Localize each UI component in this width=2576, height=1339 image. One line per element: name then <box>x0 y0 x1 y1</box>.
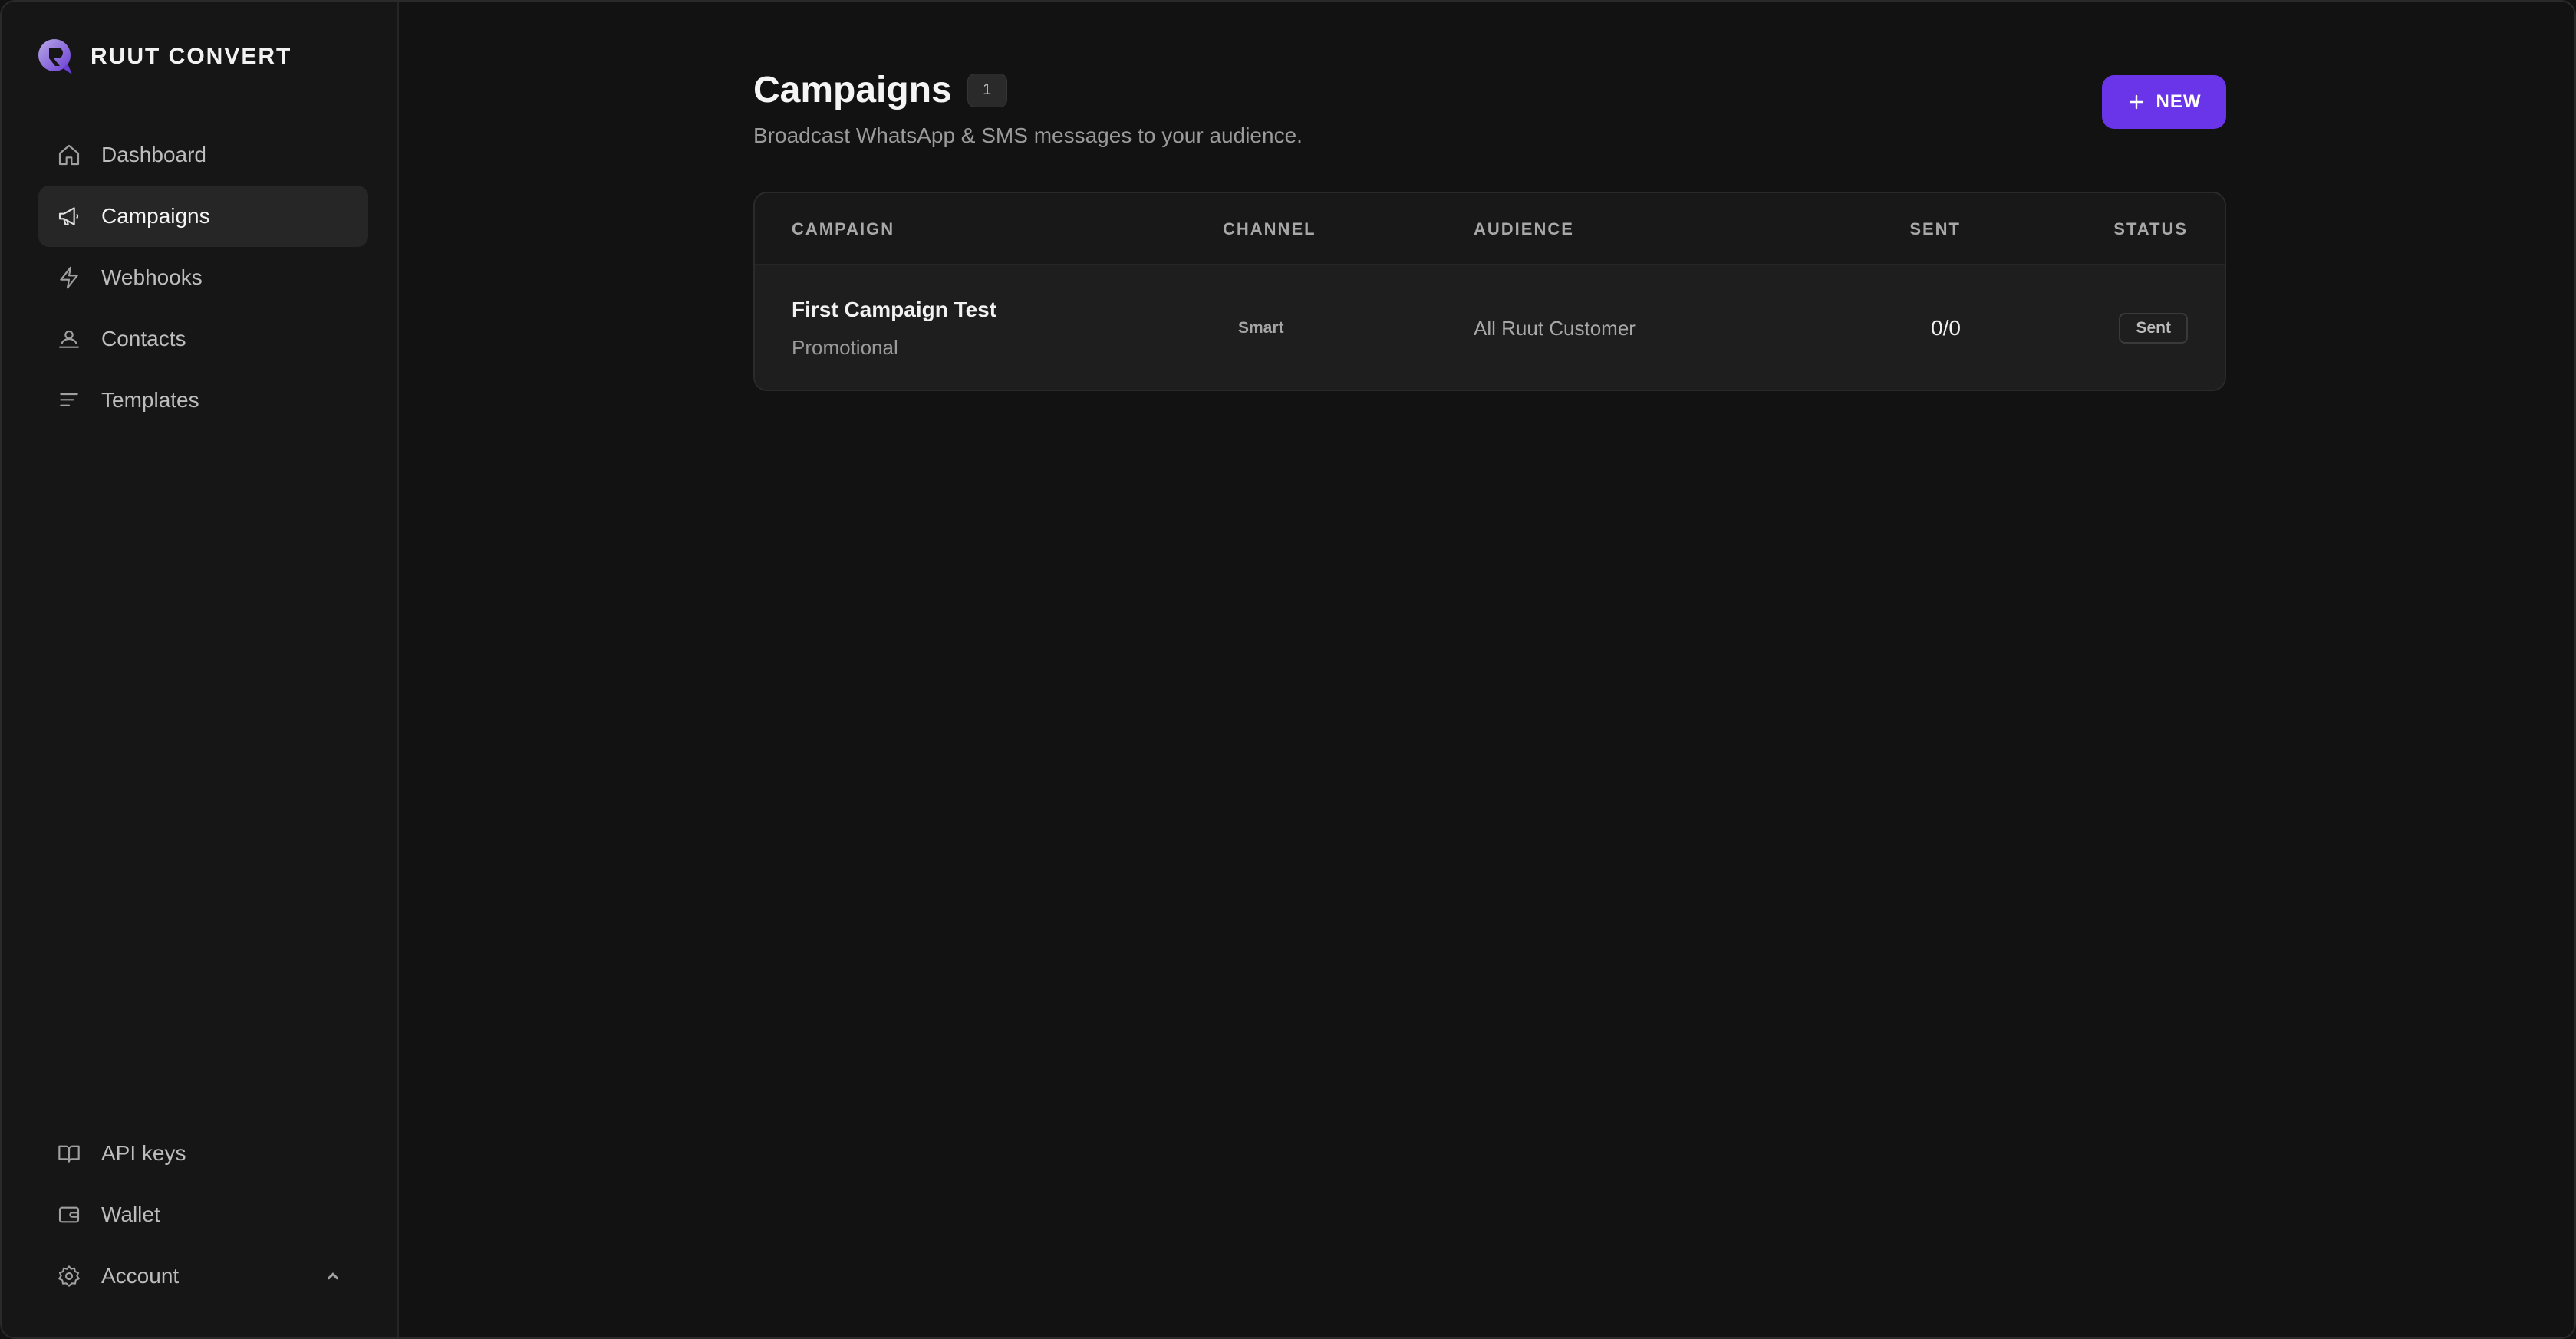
column-header-status[interactable]: STATUS <box>2113 193 2188 265</box>
count-badge: 1 <box>967 73 1007 107</box>
brand[interactable]: RUUT CONVERT <box>37 37 292 77</box>
campaign-name[interactable]: First Campaign Test <box>792 298 996 322</box>
sidebar-item-contacts[interactable]: Contacts <box>38 308 368 370</box>
title-row: Campaigns 1 <box>753 69 2226 111</box>
sidebar-item-webhooks[interactable]: Webhooks <box>38 247 368 308</box>
status-badge: Sent <box>2119 313 2188 344</box>
sidebar-item-label: Templates <box>101 388 199 412</box>
column-header-channel[interactable]: CHANNEL <box>1223 193 1316 265</box>
sidebar-item-label: Contacts <box>101 327 186 350</box>
plus-icon <box>2129 94 2143 110</box>
new-button-label: NEW <box>2156 91 2202 112</box>
column-header-campaign[interactable]: CAMPAIGN <box>792 193 894 265</box>
channel-value: Smart <box>1238 319 1284 337</box>
page-header: Campaigns 1 Broadcast WhatsApp & SMS mes… <box>753 69 2226 161</box>
sidebar-item-label: Dashboard <box>101 143 206 166</box>
sidebar-item-label: Webhooks <box>101 265 203 289</box>
page-subtitle: Broadcast WhatsApp & SMS messages to you… <box>753 123 1303 147</box>
channel-cell: Smart <box>1238 265 1284 390</box>
home-icon <box>58 144 80 166</box>
sent-value: 0/0 <box>1931 316 1961 340</box>
sidebar-nav: Dashboard Campaigns Webhooks Contacts Te… <box>38 124 368 431</box>
sidebar-item-campaigns[interactable]: Campaigns <box>38 186 368 247</box>
audience-cell: All Ruut Customer <box>1474 265 1636 390</box>
lightning-icon <box>60 266 78 289</box>
column-header-audience[interactable]: AUDIENCE <box>1474 193 1574 265</box>
main-content: Campaigns 1 Broadcast WhatsApp & SMS mes… <box>400 2 2574 1337</box>
page-title: Campaigns <box>753 70 952 110</box>
brand-name: RUUT CONVERT <box>91 44 292 69</box>
campaigns-table: CAMPAIGN CHANNEL AUDIENCE SENT STATUS Fi… <box>753 192 2226 391</box>
book-icon <box>58 1145 80 1163</box>
wallet-icon <box>58 1206 80 1223</box>
chevron-up-icon[interactable] <box>321 1264 345 1288</box>
status-cell: Sent <box>2119 265 2188 390</box>
sidebar-item-templates[interactable]: Templates <box>38 370 368 431</box>
sidebar-item-api-keys[interactable]: API keys <box>38 1123 368 1184</box>
contacts-icon <box>59 330 79 348</box>
table-header: CAMPAIGN CHANNEL AUDIENCE SENT STATUS <box>755 193 2225 265</box>
brand-logo-icon <box>38 39 72 74</box>
sidebar-item-label: API keys <box>101 1141 186 1165</box>
lines-icon <box>60 393 78 406</box>
sent-cell: 0/0 <box>1931 265 1961 390</box>
audience-value: All Ruut Customer <box>1474 316 1636 340</box>
sidebar-item-label: Wallet <box>101 1202 160 1226</box>
sidebar-item-label: Campaigns <box>101 204 210 228</box>
campaign-type: Promotional <box>792 335 898 359</box>
sidebar-item-label: Account <box>101 1264 180 1288</box>
app-window: RUUT CONVERT Dashboard Campaigns Webhook… <box>0 0 2576 1339</box>
sidebar-item-account[interactable]: Account <box>38 1245 368 1307</box>
sidebar-item-dashboard[interactable]: Dashboard <box>38 124 368 186</box>
sidebar: RUUT CONVERT Dashboard Campaigns Webhook… <box>2 2 399 1337</box>
column-header-sent[interactable]: SENT <box>1909 193 1961 265</box>
sidebar-item-wallet[interactable]: Wallet <box>38 1184 368 1245</box>
megaphone-icon <box>58 207 79 225</box>
new-campaign-button[interactable]: NEW <box>2102 75 2226 129</box>
sidebar-bottom-nav: API keys Wallet Account <box>38 1123 368 1307</box>
gear-icon <box>58 1265 80 1287</box>
campaign-cell: First Campaign Test Promotional <box>792 265 996 390</box>
table-row[interactable]: First Campaign Test Promotional Smart Al… <box>755 265 2225 390</box>
